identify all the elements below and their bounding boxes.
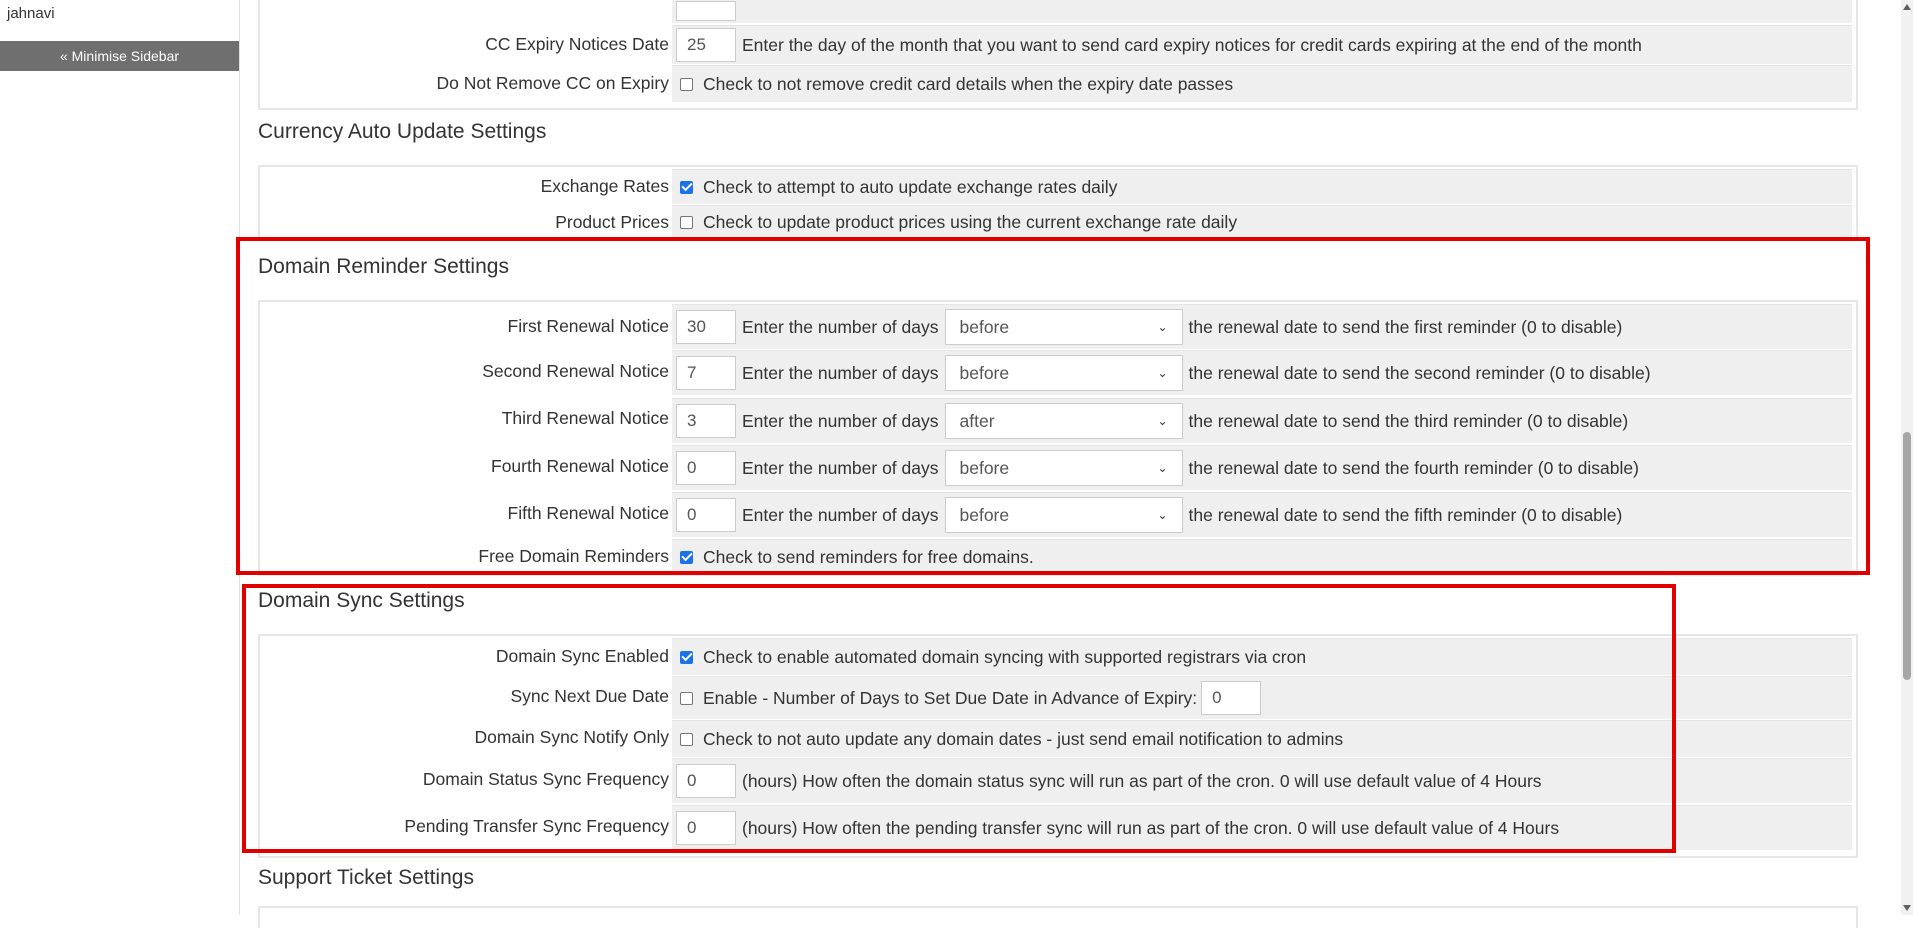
domain-reminder-table: First Renewal Notice 30 Enter the number… [258, 300, 1858, 576]
row-label: Product Prices [555, 212, 669, 232]
pending-transfer-sync-frequency-input[interactable]: 0 [676, 811, 736, 845]
row-label: Fifth Renewal Notice [507, 503, 669, 523]
select-value: before [959, 457, 1010, 478]
currency-settings-table: Exchange Rates Check to attempt to auto … [258, 165, 1858, 239]
select-value: before [959, 316, 1010, 337]
fifth-renewal-when-select[interactable]: before ⌄ [944, 497, 1183, 533]
days-text: Enter the number of days [742, 362, 939, 383]
third-renewal-when-select[interactable]: after ⌄ [944, 403, 1183, 439]
row-label: Exchange Rates [540, 176, 669, 196]
row-label: Domain Status Sync Frequency [422, 769, 669, 789]
first-renewal-when-select[interactable]: before ⌄ [944, 309, 1183, 345]
scroll-down-arrow-icon[interactable] [1903, 905, 1911, 911]
cc-partial-input[interactable] [676, 1, 736, 21]
chevron-down-icon: ⌄ [1157, 366, 1168, 380]
sidebar: jahnavi « Minimise Sidebar [0, 0, 240, 915]
fourth-renewal-help: the renewal date to send the fourth remi… [1188, 457, 1639, 478]
pending-transfer-sync-frequency-help: (hours) How often the pending transfer s… [742, 817, 1560, 838]
chevron-down-icon: ⌄ [1157, 414, 1168, 428]
domain-sync-notify-only-checkbox[interactable] [680, 732, 693, 746]
page-scrollbar[interactable] [1901, 0, 1913, 915]
exchange-rates-checkbox[interactable] [680, 180, 693, 194]
section-title-domain-reminder: Domain Reminder Settings [258, 255, 509, 278]
row-label: Free Domain Reminders [478, 546, 669, 566]
chevron-down-icon: ⌄ [1157, 461, 1168, 475]
cc-settings-table: CC Expiry Notices Date 25 Enter the day … [258, 0, 1858, 110]
domain-status-sync-frequency-input[interactable]: 0 [676, 764, 736, 798]
row-label: CC Expiry Notices Date [485, 34, 669, 54]
domain-sync-table: Domain Sync Enabled Check to enable auto… [258, 634, 1858, 858]
days-text: Enter the number of days [742, 457, 939, 478]
sync-next-due-days-input[interactable]: 0 [1201, 681, 1262, 715]
domain-sync-enabled-help: Check to enable automated domain syncing… [703, 646, 1307, 667]
section-title-domain-sync: Domain Sync Settings [258, 589, 465, 612]
select-value: before [959, 362, 1010, 383]
free-domain-reminders-checkbox[interactable] [680, 550, 693, 564]
cc-expiry-date-input[interactable]: 25 [676, 28, 736, 62]
row-label: Sync Next Due Date [510, 686, 669, 706]
section-title-support: Support Ticket Settings [258, 866, 474, 889]
domain-status-sync-frequency-help: (hours) How often the domain status sync… [742, 770, 1542, 791]
section-title-currency: Currency Auto Update Settings [258, 120, 547, 143]
row-label: Pending Transfer Sync Frequency [404, 816, 669, 836]
row-label: Fourth Renewal Notice [491, 456, 669, 476]
fourth-renewal-days-input[interactable]: 0 [676, 451, 736, 485]
exchange-rates-help: Check to attempt to auto update exchange… [703, 176, 1118, 197]
days-text: Enter the number of days [742, 316, 939, 337]
cc-no-remove-checkbox[interactable] [680, 77, 693, 91]
domain-sync-notify-only-help: Check to not auto update any domain date… [703, 728, 1344, 749]
days-text: Enter the number of days [742, 504, 939, 525]
third-renewal-help: the renewal date to send the third remin… [1188, 410, 1629, 431]
days-text: Enter the number of days [742, 410, 939, 431]
select-value: after [959, 410, 995, 431]
fourth-renewal-when-select[interactable]: before ⌄ [944, 450, 1183, 486]
sidebar-username: jahnavi [7, 5, 55, 22]
second-renewal-help: the renewal date to send the second remi… [1188, 362, 1651, 383]
minimise-sidebar-button[interactable]: « Minimise Sidebar [0, 41, 239, 71]
first-renewal-days-input[interactable]: 30 [676, 310, 736, 344]
free-domain-reminders-help: Check to send reminders for free domains… [703, 546, 1034, 567]
scroll-up-arrow-icon[interactable] [1903, 4, 1911, 10]
second-renewal-days-input[interactable]: 7 [676, 356, 736, 390]
third-renewal-days-input[interactable]: 3 [676, 404, 736, 438]
row-label: Domain Sync Notify Only [474, 727, 669, 747]
product-prices-checkbox[interactable] [680, 215, 693, 229]
first-renewal-help: the renewal date to send the first remin… [1188, 316, 1623, 337]
row-label: First Renewal Notice [507, 316, 669, 336]
cc-no-remove-help: Check to not remove credit card details … [703, 73, 1234, 94]
fifth-renewal-days-input[interactable]: 0 [676, 498, 736, 532]
main-content: CC Expiry Notices Date 25 Enter the day … [241, 0, 1901, 928]
sync-next-due-checkbox[interactable] [680, 691, 693, 705]
fifth-renewal-help: the renewal date to send the fifth remin… [1188, 504, 1623, 525]
row-label: Second Renewal Notice [482, 361, 669, 381]
row-label: Third Renewal Notice [501, 408, 669, 428]
second-renewal-when-select[interactable]: before ⌄ [944, 355, 1183, 391]
row-label: Do Not Remove CC on Expiry [436, 73, 669, 93]
sync-next-due-help: Enable - Number of Days to Set Due Date … [703, 687, 1198, 708]
scrollbar-thumb[interactable] [1903, 432, 1911, 680]
chevron-down-icon: ⌄ [1157, 320, 1168, 334]
row-label: Domain Sync Enabled [495, 646, 669, 666]
domain-sync-enabled-checkbox[interactable] [680, 650, 693, 664]
product-prices-help: Check to update product prices using the… [703, 211, 1238, 232]
support-settings-table [258, 906, 1858, 928]
chevron-down-icon: ⌄ [1157, 508, 1168, 522]
select-value: before [959, 504, 1010, 525]
cc-expiry-date-help: Enter the day of the month that you want… [742, 34, 1642, 55]
